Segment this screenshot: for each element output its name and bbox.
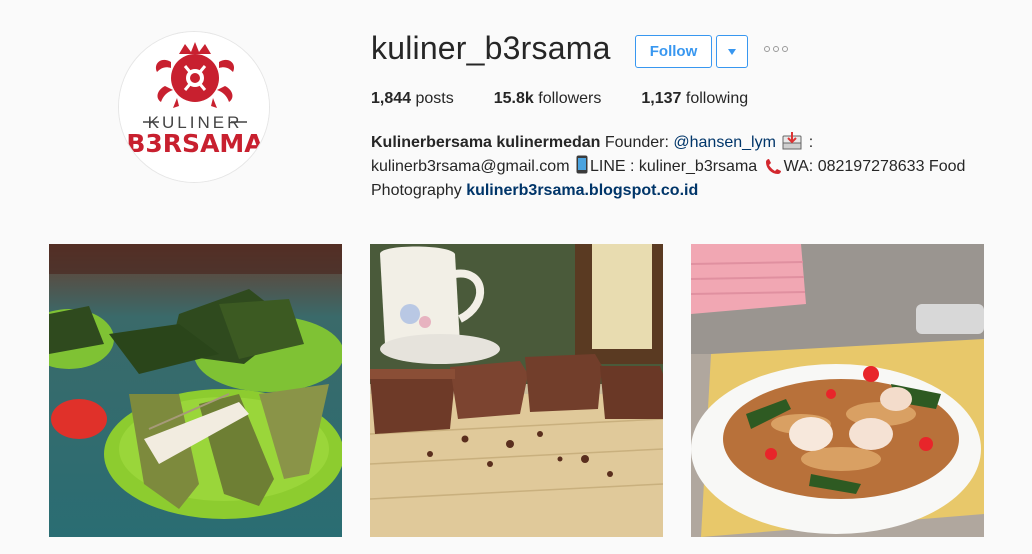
- bio-photography: Photography: [371, 182, 462, 199]
- followers-count: 15.8k: [493, 90, 534, 107]
- bio-colon: :: [808, 134, 814, 151]
- logo-text-bersama: B3RSAMA: [126, 129, 264, 158]
- more-options-button[interactable]: [762, 44, 790, 54]
- posts-count: 1,844: [371, 90, 412, 107]
- following-label: following: [685, 90, 749, 107]
- post-image-fried-noodles: [691, 244, 984, 537]
- posts-stat: 1,844 posts: [371, 90, 454, 108]
- chevron-down-icon: [728, 48, 736, 55]
- followers-label: followers: [538, 90, 602, 107]
- profile-avatar: KULINER B3RSAMA: [118, 31, 270, 183]
- profile-stats: 1,844 posts 15.8k followers 1,137 follow…: [371, 90, 788, 108]
- bio-whatsapp: WA: 082197278633 Food: [783, 158, 966, 175]
- post-thumbnail[interactable]: [49, 244, 342, 537]
- ellipsis-icon: [773, 46, 779, 52]
- bio-line: LINE : kuliner_b3rsama: [589, 158, 758, 175]
- bio-founder-label: Founder:: [604, 134, 669, 151]
- post-thumbnail[interactable]: [691, 244, 984, 537]
- follow-options-button[interactable]: [716, 35, 748, 68]
- kuliner-bersama-logo: KULINER B3RSAMA: [119, 32, 269, 182]
- profile-bio: Kulinerbersama kulinermedan Founder: @ha…: [371, 131, 991, 203]
- post-image-banana-leaf-snacks: [49, 244, 342, 537]
- bio-email: kulinerb3rsama@gmail.com: [371, 158, 570, 175]
- telephone-receiver-icon: [765, 159, 781, 174]
- founder-mention-link[interactable]: @hansen_lym: [673, 134, 776, 151]
- ellipsis-icon: [782, 46, 788, 52]
- bio-name: Kulinerbersama kulinermedan: [371, 134, 601, 151]
- website-link[interactable]: kulinerb3rsama.blogspot.co.id: [466, 182, 698, 199]
- mobile-phone-icon: [576, 155, 588, 174]
- following-link[interactable]: 1,137 following: [641, 90, 748, 108]
- posts-label: posts: [415, 90, 454, 107]
- post-thumbnail[interactable]: [370, 244, 663, 537]
- following-count: 1,137: [641, 90, 682, 107]
- inbox-tray-icon: [782, 132, 802, 150]
- follow-button[interactable]: Follow: [635, 35, 712, 68]
- ellipsis-icon: [764, 46, 770, 52]
- username: kuliner_b3rsama: [371, 30, 611, 66]
- post-image-brownies: [370, 244, 663, 537]
- followers-link[interactable]: 15.8k followers: [494, 90, 602, 108]
